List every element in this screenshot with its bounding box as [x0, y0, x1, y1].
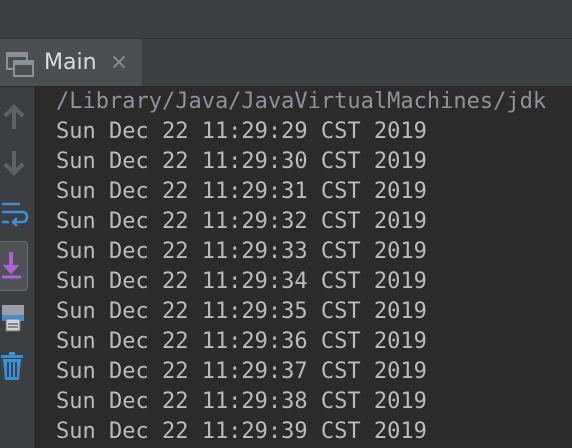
output-line: Sun Dec 22 11:29:34 CST 2019 — [56, 269, 427, 294]
output-line: Sun Dec 22 11:29:37 CST 2019 — [56, 359, 427, 384]
tab-label: Main — [44, 50, 97, 75]
output-line: Sun Dec 22 11:29:38 CST 2019 — [56, 389, 427, 414]
tool-window-tab-strip: Main × — [0, 39, 572, 87]
output-line: Sun Dec 22 11:29:30 CST 2019 — [56, 149, 427, 174]
trash-icon[interactable] — [0, 347, 30, 383]
tab-main[interactable]: Main × — [0, 39, 142, 86]
scroll-to-end-icon[interactable] — [0, 241, 28, 291]
output-line: Sun Dec 22 11:29:39 CST 2019 — [56, 419, 427, 444]
window-top-bar — [0, 0, 572, 39]
console-toolbar — [0, 87, 35, 448]
soft-wrap-icon[interactable] — [0, 195, 30, 231]
command-line: /Library/Java/JavaVirtualMachines/jdk — [56, 89, 547, 114]
output-line: Sun Dec 22 11:29:33 CST 2019 — [56, 239, 427, 264]
up-arrow-icon[interactable] — [0, 99, 30, 135]
console-output[interactable]: /Library/Java/JavaVirtualMachines/jdk Su… — [35, 87, 572, 448]
output-line: Sun Dec 22 11:29:32 CST 2019 — [56, 209, 427, 234]
down-arrow-icon[interactable] — [0, 145, 30, 181]
application-window-icon — [5, 49, 35, 79]
output-line: Sun Dec 22 11:29:31 CST 2019 — [56, 179, 427, 204]
close-icon[interactable]: × — [108, 51, 130, 75]
output-line: Sun Dec 22 11:29:35 CST 2019 — [56, 299, 427, 324]
print-icon[interactable] — [0, 299, 30, 335]
output-line: Sun Dec 22 11:29:29 CST 2019 — [56, 119, 427, 144]
output-line: Sun Dec 22 11:29:36 CST 2019 — [56, 329, 427, 354]
